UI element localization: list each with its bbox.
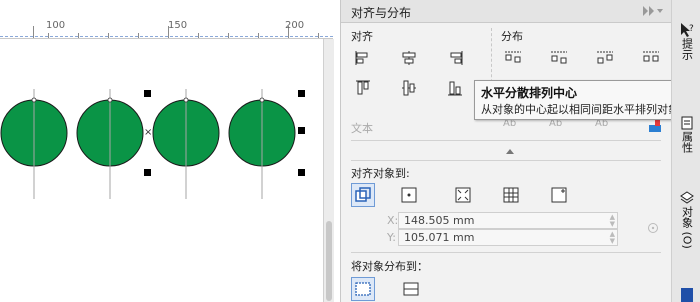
align-section-label: 对齐 — [351, 30, 373, 43]
distribute-right-button[interactable] — [593, 46, 617, 70]
align-to-grid-button[interactable] — [499, 183, 523, 207]
distribute-spacing-horizontal-icon — [643, 51, 659, 62]
page-edge-icon — [401, 187, 417, 203]
coord-x-value: 148.505 mm — [404, 214, 475, 227]
text-section-label: 文本 — [351, 122, 373, 135]
tab-properties[interactable]: 属性 — [672, 115, 700, 153]
align-to-specified-point-button[interactable] — [547, 183, 571, 207]
svg-text:×: × — [144, 127, 152, 138]
specified-point-icon — [551, 187, 567, 203]
align-distribute-panel: 对齐与分布 对齐 分布 文本 Ȧb Ȧb Ȧb 对齐对象到: X: 148.50… — [340, 0, 671, 302]
panel-menu-icon[interactable] — [643, 6, 663, 16]
distribute-right-icon — [597, 51, 613, 64]
tab-hints-label: 提示 — [680, 38, 694, 60]
tooltip: 水平分散排列中心 从对象的中心起以相同间距水平排列对象。 — [474, 80, 700, 120]
coord-x-label: X: — [387, 214, 399, 227]
distribute-left-button[interactable] — [501, 46, 525, 70]
target-icon[interactable] — [647, 222, 659, 234]
selection-handle[interactable] — [144, 169, 151, 176]
selection-extent-icon — [355, 282, 371, 296]
help-cursor-icon: ? — [680, 23, 694, 37]
align-right-button[interactable] — [443, 46, 467, 70]
coord-y-value: 105.071 mm — [404, 231, 475, 244]
tab-properties-label: 属性 — [680, 131, 694, 153]
align-center-vertical-button[interactable] — [397, 76, 421, 100]
align-to-page-edge-button[interactable] — [397, 183, 421, 207]
panel-title: 对齐与分布 — [351, 6, 412, 20]
tab-indicator — [681, 288, 693, 302]
distribute-left-icon — [505, 51, 521, 63]
panel-header: 对齐与分布 — [341, 0, 671, 23]
align-right-icon — [450, 51, 463, 65]
coord-y-label: Y: — [387, 231, 396, 244]
distribute-center-horizontal-icon — [551, 51, 567, 64]
ruler-label: 100 — [46, 20, 66, 31]
distribute-center-horizontal-button[interactable] — [547, 46, 571, 70]
align-top-button[interactable] — [351, 76, 375, 100]
coord-x-field[interactable]: X: 148.505 mm ▲ ▼ — [387, 212, 618, 229]
distribute-to-label: 将对象分布到： — [351, 260, 428, 273]
align-left-button[interactable] — [351, 46, 375, 70]
vertical-scrollbar[interactable] — [323, 39, 334, 302]
ruler-label: 200 — [285, 20, 305, 31]
align-bottom-icon — [448, 81, 462, 96]
align-top-icon — [356, 80, 370, 95]
tab-hints[interactable]: ? 提示 — [672, 22, 700, 60]
align-bottom-button[interactable] — [443, 76, 467, 100]
drawing-canvas[interactable]: × — [0, 39, 333, 302]
align-left-icon — [355, 51, 368, 65]
selection-handle[interactable] — [298, 169, 305, 176]
tooltip-description: 从对象的中心起以相同间距水平排列对象。 — [481, 103, 690, 116]
distribute-to-page-button[interactable] — [399, 277, 423, 301]
tab-objects-label: 对象 (O) — [680, 206, 694, 249]
ruler-label: 150 — [168, 20, 188, 31]
align-center-horizontal-icon — [402, 51, 416, 65]
align-to-active-objects-button[interactable] — [351, 183, 375, 207]
distribute-section-label: 分布 — [501, 30, 523, 43]
selection-handle[interactable] — [144, 90, 151, 97]
selection-handle[interactable] — [298, 90, 305, 97]
horizontal-ruler: 100 150 200 — [0, 0, 333, 39]
page-extent-icon — [403, 282, 419, 296]
tooltip-title: 水平分散排列中心 — [481, 86, 578, 100]
tab-objects[interactable]: 对象 (O) — [672, 190, 700, 249]
properties-icon — [681, 116, 692, 130]
align-center-horizontal-button[interactable] — [397, 46, 421, 70]
docker-tabs: ? 提示 属性 对象 (O) — [671, 0, 700, 302]
distribute-to-selection-button[interactable] — [351, 277, 375, 301]
distribute-spacing-horizontal-button[interactable] — [639, 46, 663, 70]
selection-handle[interactable] — [298, 127, 305, 134]
layers-icon — [679, 191, 694, 204]
align-to-page-center-button[interactable] — [451, 183, 475, 207]
svg-text:?: ? — [689, 24, 694, 34]
align-to-label: 对齐对象到: — [351, 167, 410, 180]
grid-icon — [503, 187, 519, 203]
scrollbar-thumb[interactable] — [326, 221, 332, 301]
collapse-arrow-icon[interactable] — [506, 148, 514, 154]
page-center-icon — [455, 187, 471, 203]
coord-y-field[interactable]: Y: 105.071 mm ▲ ▼ — [387, 229, 618, 246]
active-objects-icon — [355, 187, 371, 202]
align-center-vertical-icon — [402, 80, 416, 96]
